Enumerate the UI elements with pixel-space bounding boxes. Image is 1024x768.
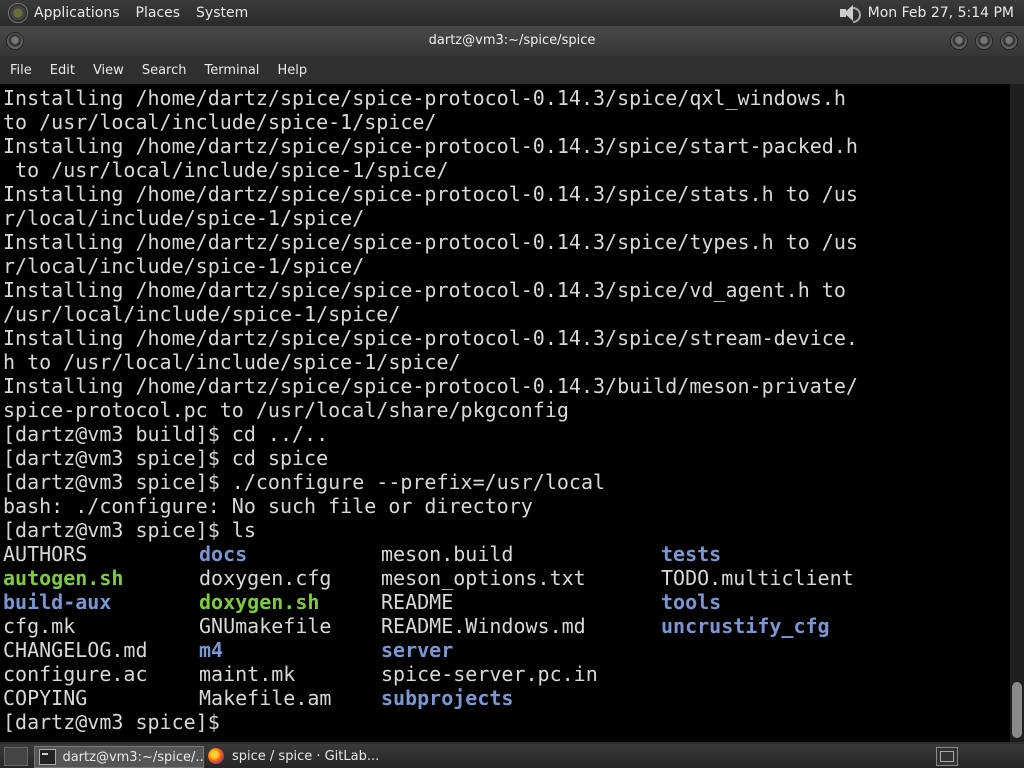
ls-file: doxygen.cfg — [199, 566, 332, 590]
ls-directory: build-aux — [3, 590, 112, 614]
menu-help[interactable]: Help — [277, 63, 307, 78]
ls-file: meson_options.txt — [381, 566, 586, 590]
task-browser[interactable]: spice / spice · GitLab... — [206, 746, 386, 766]
ls-file: cfg.mk — [3, 614, 76, 638]
terminal-scrollbar[interactable] — [1010, 84, 1024, 742]
places-menu[interactable]: Places — [136, 5, 181, 21]
terminal-line: Installing /home/dartz/spice/spice-proto… — [3, 230, 858, 254]
task-label: spice / spice · GitLab... — [232, 748, 380, 764]
terminal-menubar: File Edit View Search Terminal Help — [0, 56, 1024, 84]
distro-logo-icon[interactable] — [8, 2, 28, 23]
ls-file: CHANGELOG.md — [3, 638, 148, 662]
menu-edit[interactable]: Edit — [50, 63, 75, 78]
bottom-taskbar: dartz@vm3:~/spice/... spice / spice · Gi… — [0, 744, 1024, 768]
menu-view[interactable]: View — [93, 63, 124, 78]
terminal-line: [dartz@vm3 spice]$ ./configure --prefix=… — [3, 470, 606, 494]
terminal-line: bash: ./configure: No such file or direc… — [3, 494, 533, 518]
terminal-output: Installing /home/dartz/spice/spice-proto… — [3, 86, 858, 542]
ls-file: README.Windows.md — [381, 614, 586, 638]
ls-file: COPYING — [3, 686, 88, 710]
maximize-button[interactable] — [975, 32, 993, 50]
terminal-line: r/local/include/spice-1/spice/ — [3, 254, 365, 278]
show-desktop-icon[interactable] — [4, 747, 28, 766]
terminal-line: Installing /home/dartz/spice/spice-proto… — [3, 278, 846, 302]
top-panel: Applications Places System Mon Feb 27, 5… — [0, 0, 1024, 25]
terminal-line: /usr/local/include/spice-1/spice/ — [3, 302, 401, 326]
system-menu[interactable]: System — [196, 5, 248, 21]
ls-file: Makefile.am — [199, 686, 332, 710]
ls-directory: uncrustify_cfg — [661, 614, 830, 638]
window-title: dartz@vm3:~/spice/spice — [428, 33, 596, 48]
menu-file[interactable]: File — [10, 63, 32, 78]
terminal-line: Installing /home/dartz/spice/spice-proto… — [3, 326, 858, 350]
terminal-line: to /usr/local/include/spice-1/spice/ — [3, 110, 437, 134]
ls-file: GNUmakefile — [199, 614, 332, 638]
ls-directory: docs — [199, 542, 248, 566]
clock[interactable]: Mon Feb 27, 5:14 PM — [868, 5, 1014, 21]
applications-menu[interactable]: Applications — [34, 5, 120, 21]
ls-file: configure.ac — [3, 662, 148, 686]
task-label: dartz@vm3:~/spice/... — [62, 749, 203, 765]
ls-directory: tools — [661, 590, 722, 614]
menu-search[interactable]: Search — [142, 63, 187, 78]
ls-file: maint.mk — [199, 662, 296, 686]
ls-directory: server — [381, 638, 454, 662]
ls-directory: subprojects — [381, 686, 514, 710]
terminal-icon — [39, 749, 57, 765]
terminal-area[interactable]: Installing /home/dartz/spice/spice-proto… — [0, 84, 1010, 742]
terminal-line: [dartz@vm3 spice]$ cd spice — [3, 446, 329, 470]
ls-file: README — [381, 590, 454, 614]
close-button[interactable] — [1000, 32, 1018, 50]
minimize-button[interactable] — [950, 32, 968, 50]
ls-file: TODO.multiclient — [661, 566, 854, 590]
ls-file: spice-server.pc.in — [381, 662, 598, 686]
speaker-icon[interactable] — [838, 3, 861, 23]
terminal-line: h to /usr/local/include/spice-1/spice/ — [3, 350, 461, 374]
ls-executable: autogen.sh — [3, 566, 124, 590]
terminal-line: to /usr/local/include/spice-1/spice/ — [3, 158, 449, 182]
terminal-line: [dartz@vm3 build]$ cd ../.. — [3, 422, 329, 446]
terminal-line: Installing /home/dartz/spice/spice-proto… — [3, 182, 858, 206]
terminal-line: r/local/include/spice-1/spice/ — [3, 206, 365, 230]
terminal-line: spice-protocol.pc to /usr/local/share/pk… — [3, 398, 569, 422]
terminal-line: Installing /home/dartz/spice/spice-proto… — [3, 134, 858, 158]
shell-prompt[interactable]: [dartz@vm3 spice]$ — [3, 710, 232, 734]
menu-terminal[interactable]: Terminal — [204, 63, 259, 78]
terminal-line: [dartz@vm3 spice]$ ls — [3, 518, 256, 542]
ls-directory: m4 — [199, 638, 224, 662]
scrollbar-thumb[interactable] — [1012, 682, 1022, 738]
window-titlebar[interactable]: dartz@vm3:~/spice/spice — [0, 26, 1024, 56]
task-terminal[interactable]: dartz@vm3:~/spice/... — [34, 746, 204, 768]
ls-directory: tests — [661, 542, 722, 566]
ls-file: meson.build — [381, 542, 514, 566]
ls-file: AUTHORS — [3, 542, 88, 566]
workspace-switcher-icon[interactable] — [936, 747, 958, 766]
firefox-icon — [208, 748, 224, 764]
terminal-line: Installing /home/dartz/spice/spice-proto… — [3, 86, 846, 110]
terminal-line: Installing /home/dartz/spice/spice-proto… — [3, 374, 858, 398]
ls-executable: doxygen.sh — [199, 590, 320, 614]
